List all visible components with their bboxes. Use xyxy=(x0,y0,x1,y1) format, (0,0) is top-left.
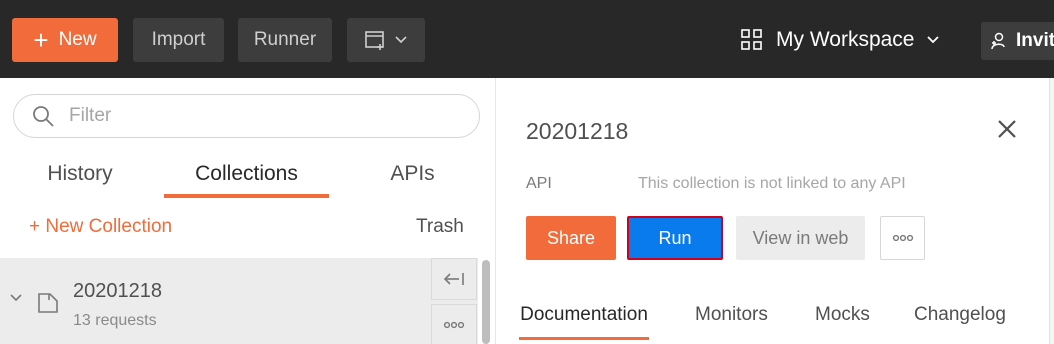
trash-button[interactable]: Trash xyxy=(416,216,464,238)
filter-input[interactable] xyxy=(69,105,449,127)
workspace-label: My Workspace xyxy=(776,28,915,51)
collection-title: 20201218 xyxy=(526,118,629,144)
tab-documentation-label: Documentation xyxy=(520,304,648,325)
tab-history-label: History xyxy=(47,162,113,185)
collapse-panel-button[interactable] xyxy=(431,258,477,300)
new-button[interactable]: + New xyxy=(12,18,118,62)
sidebar-scrollbar[interactable] xyxy=(482,260,490,344)
chevron-down-icon xyxy=(395,36,407,44)
new-window-icon xyxy=(365,31,384,50)
new-collection-label: + New Collection xyxy=(29,216,173,237)
api-status-text: This collection is not linked to any API xyxy=(638,175,906,192)
new-button-label: New xyxy=(58,29,97,50)
tab-collections[interactable]: Collections xyxy=(164,162,329,198)
top-bar: + New Import Runner My Workspace Invit xyxy=(0,0,1054,78)
import-button-label: Import xyxy=(151,29,206,50)
trash-label: Trash xyxy=(416,216,464,237)
tab-history[interactable]: History xyxy=(30,162,130,198)
collection-details-panel: 20201218 API This collection is not link… xyxy=(497,78,1054,344)
share-button-label: Share xyxy=(546,227,596,248)
tab-monitors[interactable]: Monitors xyxy=(695,304,768,340)
sidebar: History Collections APIs + New Collectio… xyxy=(0,78,496,344)
new-window-button[interactable] xyxy=(347,18,425,62)
collection-more-button[interactable] xyxy=(431,304,477,344)
runner-button-label: Runner xyxy=(253,29,317,50)
search-icon xyxy=(33,106,54,127)
tab-mocks-label: Mocks xyxy=(815,304,870,325)
view-in-web-label: View in web xyxy=(752,227,849,248)
runner-button[interactable]: Runner xyxy=(238,18,332,62)
tab-changelog[interactable]: Changelog xyxy=(914,304,1006,340)
run-button[interactable]: Run xyxy=(627,216,723,260)
tab-apis[interactable]: APIs xyxy=(370,162,455,198)
tab-documentation[interactable]: Documentation xyxy=(519,304,649,340)
share-button[interactable]: Share xyxy=(526,216,616,260)
invite-label: Invit xyxy=(1016,30,1054,51)
more-actions-button[interactable] xyxy=(880,216,925,260)
tab-apis-label: APIs xyxy=(390,162,435,185)
add-user-icon xyxy=(991,32,1005,50)
more-icon xyxy=(443,321,465,329)
new-collection-button[interactable]: + New Collection xyxy=(29,216,172,238)
chevron-down-icon xyxy=(927,36,940,44)
chevron-down-icon[interactable] xyxy=(9,292,23,304)
plus-icon: + xyxy=(33,25,49,55)
run-button-label: Run xyxy=(658,227,692,248)
collection-item[interactable]: 20201218 13 requests xyxy=(0,258,478,344)
api-label: API xyxy=(526,175,552,192)
collapse-left-icon xyxy=(443,273,464,285)
tab-mocks[interactable]: Mocks xyxy=(815,304,870,340)
tab-collections-label: Collections xyxy=(195,162,298,185)
import-button[interactable]: Import xyxy=(133,18,224,62)
tab-monitors-label: Monitors xyxy=(695,304,768,325)
tab-changelog-label: Changelog xyxy=(914,304,1006,325)
more-icon xyxy=(892,234,913,242)
filter-box[interactable] xyxy=(13,94,480,138)
close-icon[interactable] xyxy=(996,118,1018,140)
workspace-switcher[interactable]: My Workspace xyxy=(740,18,940,62)
collection-folder-icon xyxy=(38,293,58,313)
collection-name: 20201218 xyxy=(73,280,162,302)
collection-request-count: 13 requests xyxy=(73,312,157,329)
panel-edge xyxy=(1049,78,1054,344)
invite-button[interactable]: Invit xyxy=(981,22,1054,60)
view-in-web-button[interactable]: View in web xyxy=(736,216,865,260)
grid-icon xyxy=(741,29,762,50)
